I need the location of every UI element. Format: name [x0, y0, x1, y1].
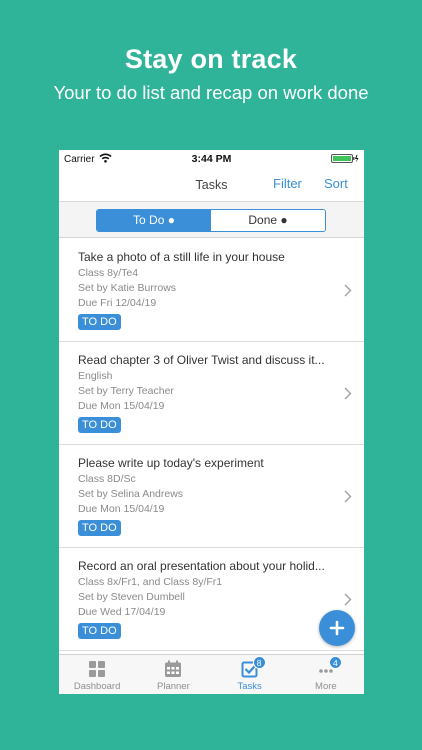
- filter-button[interactable]: Filter: [273, 176, 302, 191]
- task-set-by: Set by Selina Andrews: [78, 488, 184, 500]
- tab-label: More: [315, 681, 337, 692]
- dashboard-grid-icon: [89, 661, 106, 677]
- status-badge: TO DO: [78, 623, 121, 639]
- add-task-button[interactable]: [319, 610, 355, 646]
- chevron-right-icon: [344, 284, 352, 297]
- task-set-by: Set by Terry Teacher: [78, 385, 174, 397]
- chevron-right-icon: [344, 490, 352, 503]
- tab-bar: Dashboard Planner 8 Tasks 4 More: [59, 654, 364, 694]
- more-count-badge: 4: [328, 656, 342, 669]
- task-row[interactable]: Record an oral presentation about your h…: [59, 548, 364, 651]
- task-title: Take a photo of a still life in your hou…: [78, 250, 285, 264]
- task-list: Take a photo of a still life in your hou…: [59, 239, 364, 651]
- chevron-right-icon: [344, 593, 352, 606]
- status-badge: TO DO: [78, 520, 121, 536]
- task-class: English: [78, 370, 113, 382]
- tab-label: Dashboard: [73, 681, 121, 692]
- status-bar: Carrier 3:44 PM: [59, 150, 364, 168]
- chevron-right-icon: [344, 387, 352, 400]
- task-class: Class 8D/Sc: [78, 473, 136, 485]
- task-row[interactable]: Please write up today's experiment Class…: [59, 445, 364, 548]
- sort-button[interactable]: Sort: [324, 176, 348, 191]
- task-due-date: Due Mon 15/04/19: [78, 503, 165, 515]
- status-badge: TO DO: [78, 314, 121, 330]
- task-set-by: Set by Katie Burrows: [78, 282, 177, 294]
- task-title: Please write up today's experiment: [78, 456, 264, 470]
- segment-area: To Do ● Done ●: [59, 202, 364, 238]
- tab-more[interactable]: 4 More: [288, 655, 364, 694]
- tab-dashboard[interactable]: Dashboard: [59, 655, 135, 694]
- task-row[interactable]: Take a photo of a still life in your hou…: [59, 239, 364, 342]
- task-class: Class 8y/Te4: [78, 267, 139, 279]
- tasks-count-badge: 8: [252, 656, 266, 669]
- task-class: Class 8x/Fr1, and Class 8y/Fr1: [78, 576, 223, 588]
- calendar-icon: [165, 660, 182, 677]
- page-title: Tasks: [195, 178, 228, 192]
- tab-tasks[interactable]: 8 Tasks: [212, 655, 288, 694]
- phone-screen: Carrier 3:44 PM Tasks Filter Sort To Do …: [59, 150, 364, 694]
- task-due-date: Due Mon 15/04/19: [78, 400, 165, 412]
- tab-label: Tasks: [237, 681, 262, 692]
- task-due-date: Due Fri 12/04/19: [78, 297, 157, 309]
- task-title: Read chapter 3 of Oliver Twist and discu…: [78, 353, 325, 367]
- status-time: 3:44 PM: [191, 153, 232, 165]
- promo-subline: Your to do list and recap on work done: [53, 82, 369, 103]
- tab-label: Planner: [157, 681, 190, 692]
- task-title: Record an oral presentation about your h…: [78, 559, 325, 573]
- tab-planner[interactable]: Planner: [135, 655, 211, 694]
- segment-todo[interactable]: To Do ●: [97, 210, 211, 231]
- plus-icon: [329, 620, 345, 636]
- status-badge: TO DO: [78, 417, 121, 433]
- task-row[interactable]: Read chapter 3 of Oliver Twist and discu…: [59, 342, 364, 445]
- battery-icon: [331, 154, 359, 163]
- task-due-date: Due Wed 17/04/19: [78, 606, 166, 618]
- segment-done[interactable]: Done ●: [211, 210, 325, 231]
- promo-headline: Stay on track: [124, 44, 298, 74]
- task-set-by: Set by Steven Dumbell: [78, 591, 185, 603]
- navigation-bar: Tasks Filter Sort: [59, 168, 364, 202]
- status-segmented-control: To Do ● Done ●: [96, 209, 326, 232]
